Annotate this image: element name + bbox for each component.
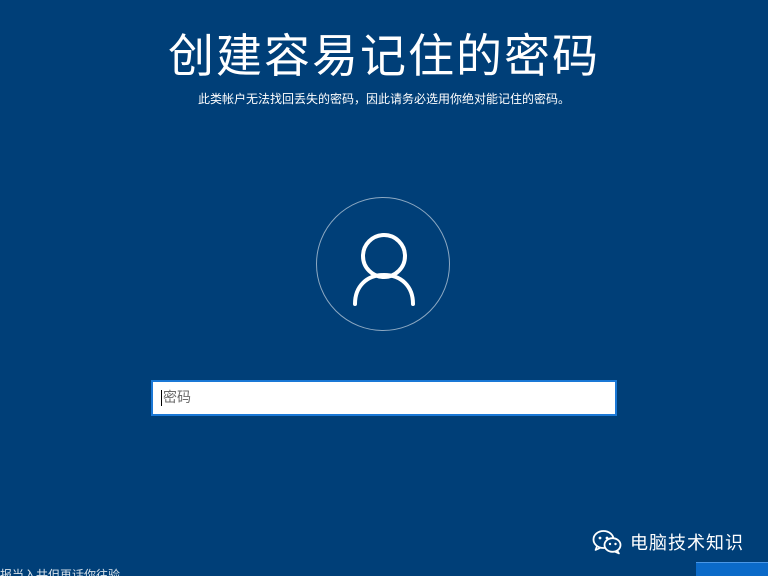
bottom-hint-text: 报当入共但再话你往验 <box>0 568 121 576</box>
password-field-container[interactable] <box>151 380 617 416</box>
page-title: 创建容易记住的密码 <box>168 29 600 83</box>
wechat-icon <box>592 530 622 555</box>
page-subtitle: 此类帐户无法找回丢失的密码，因此请务必选用你绝对能记住的密码。 <box>197 92 570 106</box>
user-avatar-icon <box>353 233 415 306</box>
text-caret <box>161 390 162 406</box>
watermark-text: 电脑技术知识 <box>630 533 744 554</box>
next-button[interactable] <box>696 562 768 576</box>
user-avatar <box>316 197 450 331</box>
password-input[interactable] <box>153 382 615 414</box>
watermark: 电脑技术知识 <box>592 528 744 556</box>
